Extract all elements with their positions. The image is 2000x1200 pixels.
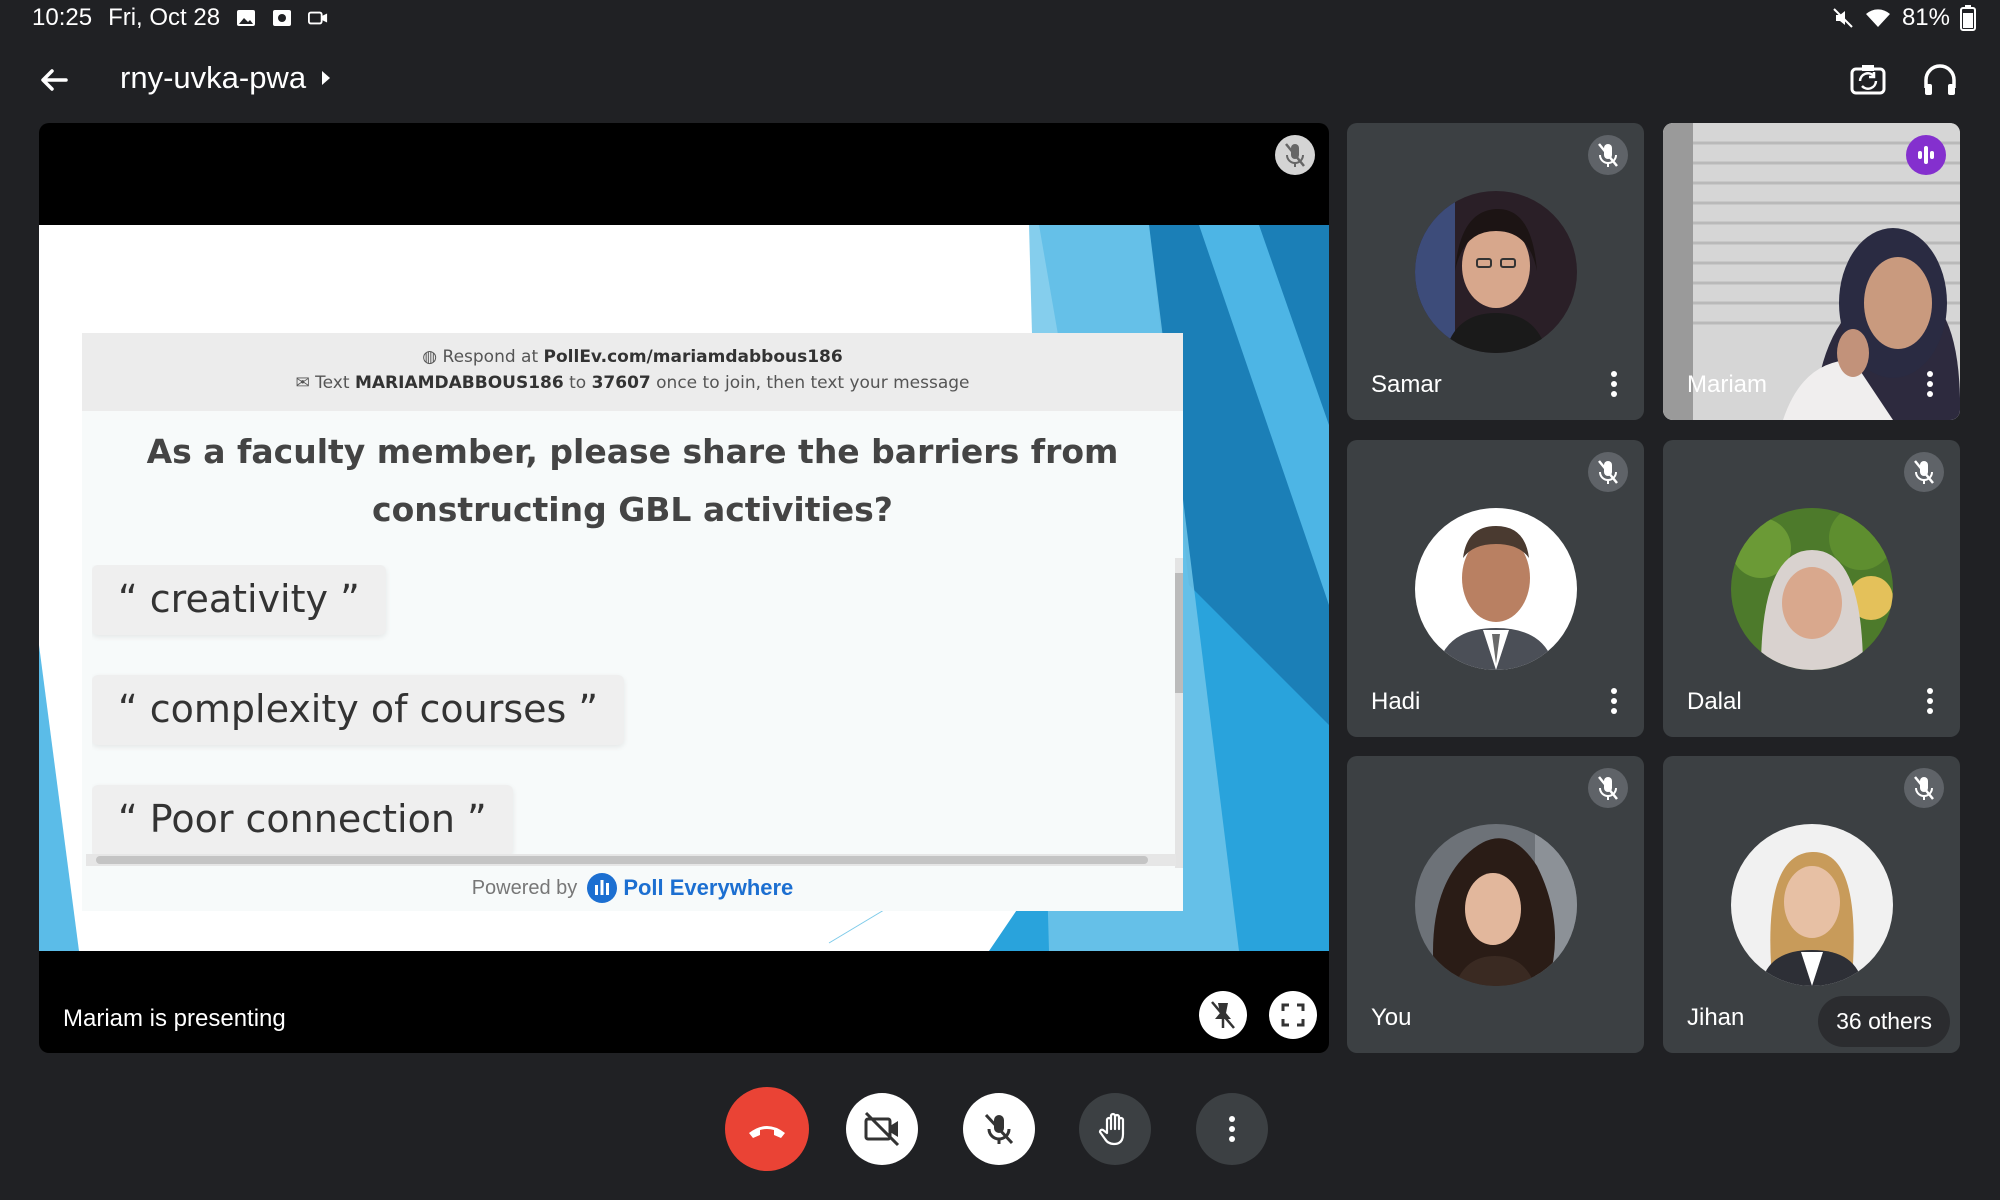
vertical-scrollbar <box>1175 558 1183 868</box>
text-prefix: Text <box>315 373 350 393</box>
horizontal-scrollbar <box>86 854 1176 866</box>
avatar <box>1415 824 1577 986</box>
text-line: ✉ Text MARIAMDABBOUS186 to 37607 once to… <box>82 367 1183 393</box>
presentation-stage[interactable]: ◍ Respond at PollEv.com/mariamdabbous186… <box>39 123 1329 1053</box>
participant-tile-dalal[interactable]: Dalal <box>1663 440 1960 737</box>
status-bar: 10:25 Fri, Oct 28 81% <box>0 0 2000 36</box>
avatar <box>1731 508 1893 670</box>
presenting-label: Mariam is presenting <box>63 1005 286 1032</box>
muted-mic-icon <box>1904 452 1944 492</box>
respond-prefix: Respond at <box>442 347 539 367</box>
participant-tile-mariam[interactable]: Mariam <box>1663 123 1960 420</box>
poll-everywhere-text: Poll Everywhere <box>623 875 794 900</box>
muted-mic-icon <box>1588 768 1628 808</box>
text-code: MARIAMDABBOUS186 <box>354 373 564 393</box>
poll-question: As a faculty member, please share the ba… <box>82 423 1183 539</box>
hang-up-icon <box>749 1126 785 1138</box>
meeting-code-button[interactable]: rny-uvka-pwa <box>120 60 332 96</box>
respond-line: ◍ Respond at PollEv.com/mariamdabbous186 <box>82 333 1183 367</box>
more-options-icon[interactable] <box>1608 369 1620 399</box>
response-list: “ creativity ” “ complexity of courses ”… <box>92 565 1152 867</box>
others-count-button[interactable]: 36 others <box>1818 996 1950 1047</box>
poll-everywhere-logo-icon <box>587 873 618 903</box>
meeting-code: rny-uvka-pwa <box>120 60 307 95</box>
audio-output-headphones-icon[interactable] <box>1918 58 1962 102</box>
text-to: to <box>569 373 587 393</box>
participant-name: Jihan <box>1687 1004 1745 1031</box>
respond-url: PollEv.com/mariamdabbous186 <box>543 347 843 367</box>
muted-mic-icon <box>1588 135 1628 175</box>
poll-everywhere-brand: Poll Everywhere <box>587 873 793 903</box>
powered-by: Powered by Poll Everywhere <box>82 873 1183 903</box>
more-options-icon[interactable] <box>1924 686 1936 716</box>
participant-name: Hadi <box>1371 688 1421 715</box>
powered-by-label: Powered by <box>471 876 578 899</box>
participant-name: You <box>1371 1004 1412 1031</box>
globe-icon: ◍ <box>422 347 438 367</box>
more-vertical-icon <box>1229 1116 1235 1142</box>
caret-right-icon <box>322 71 331 85</box>
participant-tile-jihan[interactable]: Jihan 36 others <box>1663 756 1960 1053</box>
sms-icon: ✉ <box>295 373 310 393</box>
question-line-1: As a faculty member, please share the ba… <box>146 432 1119 471</box>
avatar <box>1415 191 1577 353</box>
end-call-button[interactable] <box>725 1087 809 1171</box>
back-arrow-icon[interactable] <box>34 60 74 100</box>
avatar <box>1731 824 1893 986</box>
response-item: “ Poor connection ” <box>92 785 513 855</box>
mic-off-icon <box>984 1113 1014 1145</box>
battery-percent: 81% <box>1901 4 1950 31</box>
mute-notification-icon <box>1833 8 1853 28</box>
muted-mic-icon <box>1904 768 1944 808</box>
video-notification-icon <box>308 11 328 25</box>
gallery-icon <box>237 10 256 26</box>
top-bar: rny-uvka-pwa <box>0 52 2000 104</box>
microphone-toggle-button[interactable] <box>963 1093 1035 1165</box>
participant-name: Samar <box>1371 371 1442 398</box>
response-item: “ creativity ” <box>92 565 386 635</box>
raise-hand-icon <box>1098 1112 1125 1146</box>
raise-hand-button[interactable] <box>1079 1093 1151 1165</box>
poll-panel: ◍ Respond at PollEv.com/mariamdabbous186… <box>82 333 1183 911</box>
call-controls <box>0 1087 2000 1180</box>
avatar <box>1415 508 1577 670</box>
shared-slide: ◍ Respond at PollEv.com/mariamdabbous186… <box>39 225 1329 951</box>
status-date: Fri, Oct 28 <box>108 4 221 31</box>
fullscreen-button[interactable] <box>1269 991 1317 1039</box>
unpin-icon <box>1211 1001 1235 1029</box>
camera-app-icon <box>273 10 292 26</box>
status-time: 10:25 <box>32 4 93 31</box>
text-number: 37607 <box>591 373 651 393</box>
horizontal-scroll-thumb <box>96 856 1148 864</box>
battery-icon <box>1960 5 1976 31</box>
participant-name: Mariam <box>1687 371 1768 398</box>
question-line-2: constructing GBL activities? <box>372 490 893 529</box>
status-left: 10:25 Fri, Oct 28 <box>32 4 328 32</box>
fullscreen-icon <box>1281 1003 1305 1027</box>
muted-mic-icon <box>1588 452 1628 492</box>
text-suffix: once to join, then text your message <box>656 373 970 393</box>
poll-instructions: ◍ Respond at PollEv.com/mariamdabbous186… <box>82 333 1183 411</box>
participant-tile-samar[interactable]: Samar <box>1347 123 1644 420</box>
response-item: “ complexity of courses ” <box>92 675 625 745</box>
camera-off-icon <box>864 1111 900 1147</box>
more-options-icon[interactable] <box>1924 369 1936 399</box>
switch-camera-icon[interactable] <box>1846 58 1890 102</box>
status-right: 81% <box>1832 4 1976 32</box>
participant-name: Dalal <box>1687 688 1742 715</box>
more-options-button[interactable] <box>1196 1093 1268 1165</box>
more-options-icon[interactable] <box>1608 686 1620 716</box>
camera-toggle-button[interactable] <box>846 1093 918 1165</box>
speaking-indicator-icon <box>1906 135 1946 175</box>
unpin-button[interactable] <box>1199 991 1247 1039</box>
wifi-icon <box>1865 9 1890 27</box>
presenter-muted-icon <box>1275 135 1315 175</box>
participant-tile-you[interactable]: You <box>1347 756 1644 1053</box>
participant-tile-hadi[interactable]: Hadi <box>1347 440 1644 737</box>
vertical-scroll-thumb <box>1175 573 1183 693</box>
